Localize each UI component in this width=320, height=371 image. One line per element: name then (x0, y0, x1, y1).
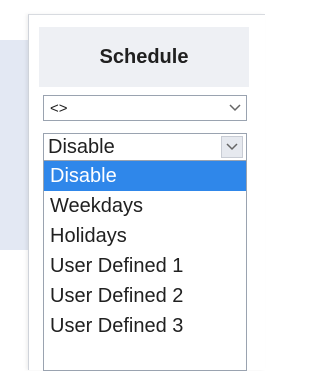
option-weekdays[interactable]: Weekdays (44, 191, 246, 221)
option-holidays[interactable]: Holidays (44, 221, 246, 251)
schedule-filter-dropdown[interactable]: <> (43, 95, 247, 121)
column-header-schedule: Schedule (39, 27, 249, 87)
option-user-defined-3[interactable]: User Defined 3 (44, 311, 246, 341)
filter-value: <> (50, 99, 68, 117)
option-user-defined-2[interactable]: User Defined 2 (44, 281, 246, 311)
option-user-defined-1[interactable]: User Defined 1 (44, 251, 246, 281)
chevron-down-icon[interactable] (221, 136, 243, 158)
schedule-options-list: Disable Weekdays Holidays User Defined 1… (43, 161, 247, 371)
chevron-down-icon[interactable] (224, 104, 246, 112)
option-disable[interactable]: Disable (44, 161, 246, 191)
schedule-panel: Schedule <> Disable Disable Weekdays Hol… (28, 14, 265, 371)
schedule-dropdown[interactable]: Disable (43, 133, 247, 161)
schedule-selected-value: Disable (48, 135, 115, 158)
